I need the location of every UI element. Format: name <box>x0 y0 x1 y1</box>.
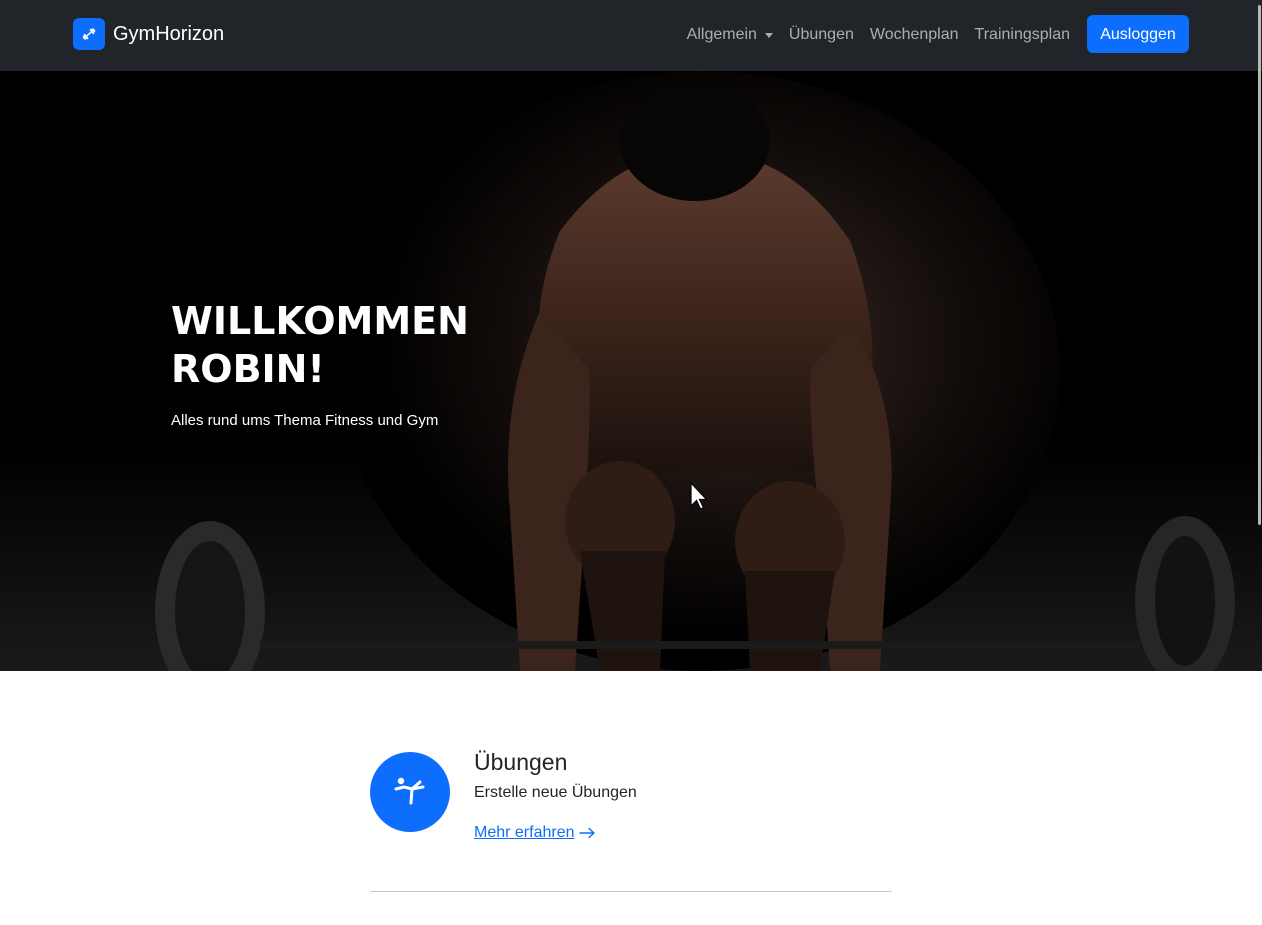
brand-link[interactable]: GymHorizon <box>73 18 224 50</box>
scrollbar-thumb[interactable] <box>1258 5 1261 525</box>
nav-item-trainingsplan[interactable]: Trainingsplan <box>975 22 1070 48</box>
feature-description: Erstelle neue Übungen <box>474 784 637 801</box>
page-scrollbar[interactable] <box>1258 0 1262 925</box>
top-navbar: GymHorizon Allgemein Übungen Wochenplan … <box>0 0 1262 71</box>
brand-name: GymHorizon <box>113 23 225 45</box>
nav-item-allgemein[interactable]: Allgemein <box>687 22 773 48</box>
hero-banner: WILLKOMMEN ROBIN! Alles rund ums Thema F… <box>0 71 1262 671</box>
nav-item-uebungen[interactable]: Übungen <box>789 22 854 48</box>
hero-subtitle: Alles rund ums Thema Fitness und Gym <box>171 412 439 429</box>
nav-menu: Allgemein Übungen Wochenplan Trainingspl… <box>671 22 1070 48</box>
caret-down-icon <box>764 32 773 38</box>
feature-title: Übungen <box>474 749 568 775</box>
dumbbell-icon <box>73 18 105 50</box>
arrow-right-icon <box>578 827 595 839</box>
nav-item-label: Allgemein <box>686 26 757 43</box>
logout-button[interactable]: Ausloggen <box>1087 15 1189 53</box>
exercise-figure-icon <box>370 752 450 832</box>
section-divider <box>370 891 892 892</box>
learn-more-label: Mehr erfahren <box>474 824 575 841</box>
learn-more-link[interactable]: Mehr erfahren <box>474 822 597 844</box>
hero-title: WILLKOMMEN ROBIN! <box>171 299 469 391</box>
mouse-cursor-icon <box>690 482 708 510</box>
nav-item-wochenplan[interactable]: Wochenplan <box>870 22 959 48</box>
